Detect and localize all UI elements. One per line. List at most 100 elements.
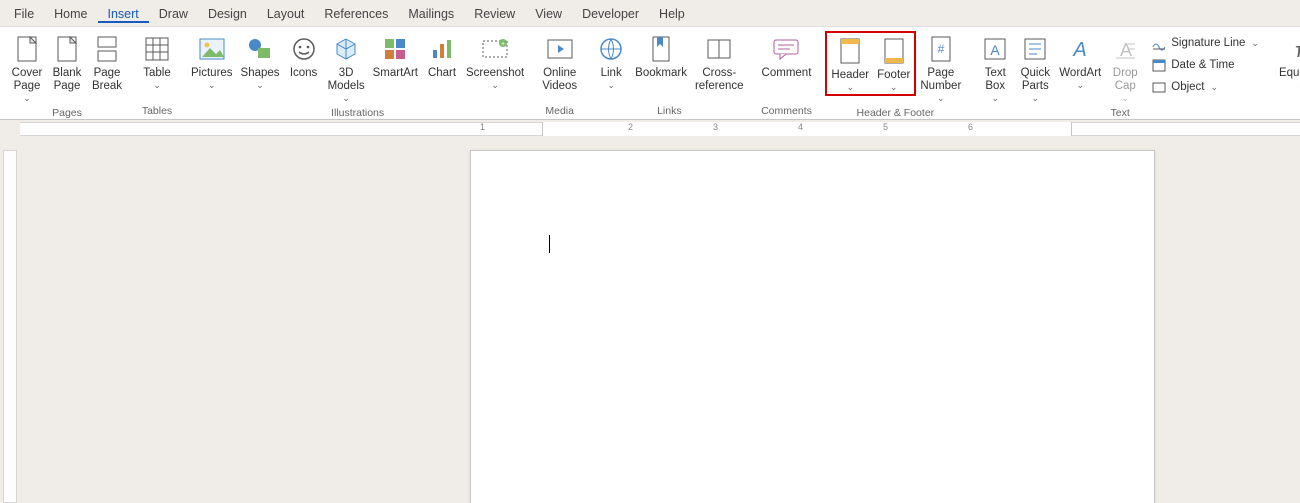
drop-cap-icon: A <box>1109 33 1141 65</box>
blank-page-button[interactable]: BlankPage <box>47 31 87 95</box>
object-button[interactable]: Object ⌄ <box>1147 76 1263 98</box>
cross-reference-label: Cross-reference <box>695 67 744 93</box>
group-comments: Comment Comments <box>755 29 819 119</box>
date-time-button[interactable]: Date & Time <box>1147 54 1263 76</box>
chevron-down-icon: ⌄ <box>23 94 31 103</box>
group-links-label: Links <box>591 103 747 119</box>
text-box-label: TextBox <box>985 67 1006 93</box>
horizontal-ruler[interactable]: 1 2 3 4 5 6 6 <box>20 120 1300 138</box>
page-break-icon <box>91 33 123 65</box>
3d-models-icon <box>330 33 362 65</box>
3d-models-button[interactable]: 3DModels ⌄ <box>324 31 369 105</box>
signature-line-label: Signature Line <box>1171 37 1245 49</box>
chevron-down-icon: ⌄ <box>846 83 854 92</box>
drop-cap-label: DropCap <box>1113 67 1138 93</box>
table-label: Table <box>143 67 171 80</box>
text-box-icon: A <box>979 33 1011 65</box>
link-label: Link <box>601 67 622 80</box>
screenshot-button[interactable]: + Screenshot ⌄ <box>462 31 528 92</box>
page-number-button[interactable]: # PageNumber ⌄ <box>916 31 965 105</box>
page-break-button[interactable]: PageBreak <box>87 31 127 95</box>
chevron-down-icon: ⌄ <box>1076 81 1084 90</box>
pictures-icon <box>196 33 228 65</box>
svg-text:A: A <box>1120 40 1132 60</box>
pictures-label: Pictures <box>191 67 233 80</box>
tab-mailings[interactable]: Mailings <box>398 3 464 23</box>
online-videos-icon <box>544 33 576 65</box>
tab-references[interactable]: References <box>314 3 398 23</box>
equation-label: Equation <box>1279 67 1300 80</box>
highlight-header-footer: Header ⌄ Footer ⌄ <box>825 31 916 96</box>
chart-icon <box>426 33 458 65</box>
group-header-footer-label: Header & Footer <box>825 105 965 121</box>
chart-button[interactable]: Chart <box>422 31 462 82</box>
page-number-label: PageNumber <box>920 67 961 93</box>
text-box-button[interactable]: A TextBox ⌄ <box>975 31 1015 105</box>
tab-view[interactable]: View <box>525 3 572 23</box>
svg-text:π: π <box>1295 40 1300 62</box>
group-text: A TextBox ⌄ QuickParts ⌄ A WordArt ⌄ <box>972 29 1268 119</box>
signature-line-button[interactable]: Signature Line ⌄ <box>1147 32 1263 54</box>
shapes-icon <box>244 33 276 65</box>
comment-button[interactable]: Comment <box>758 31 816 82</box>
ribbon-tabs: File Home Insert Draw Design Layout Refe… <box>0 0 1300 26</box>
group-media-label: Media <box>538 103 581 119</box>
chevron-down-icon: ⌄ <box>1251 38 1259 49</box>
equation-button[interactable]: π Equation ⌄ <box>1275 31 1300 92</box>
signature-line-icon <box>1151 35 1167 51</box>
chevron-down-icon: ⌄ <box>208 81 216 90</box>
bookmark-button[interactable]: Bookmark <box>631 31 691 82</box>
date-time-icon <box>1151 57 1167 73</box>
group-tables: Table ⌄ Tables <box>134 29 180 119</box>
object-icon <box>1151 79 1167 95</box>
quick-parts-button[interactable]: QuickParts ⌄ <box>1015 31 1055 105</box>
vertical-ruler[interactable] <box>0 120 20 503</box>
object-label: Object <box>1171 81 1204 93</box>
document-scroll[interactable] <box>20 138 1300 503</box>
ruler-number: 1 <box>480 122 485 132</box>
equation-icon: π <box>1286 33 1300 65</box>
pictures-button[interactable]: Pictures ⌄ <box>187 31 237 92</box>
group-illustrations: Pictures ⌄ Shapes ⌄ Icons 3DMod <box>184 29 531 119</box>
online-videos-button[interactable]: OnlineVideos <box>538 31 581 95</box>
tab-file[interactable]: File <box>4 3 44 23</box>
group-text-label: Text <box>975 105 1265 121</box>
group-pages: CoverPage ⌄ BlankPage PageBreak Pages <box>4 29 130 119</box>
group-tables-label: Tables <box>137 103 177 119</box>
chevron-down-icon: ⌄ <box>1032 94 1040 103</box>
tab-draw[interactable]: Draw <box>149 3 198 23</box>
chevron-down-icon: ⌄ <box>491 81 499 90</box>
table-button[interactable]: Table ⌄ <box>137 31 177 92</box>
footer-button[interactable]: Footer ⌄ <box>873 33 914 94</box>
tab-help[interactable]: Help <box>649 3 695 23</box>
shapes-button[interactable]: Shapes ⌄ <box>237 31 284 92</box>
quick-parts-icon <box>1019 33 1051 65</box>
screenshot-label: Screenshot <box>466 67 524 80</box>
cover-page-label: CoverPage <box>12 67 43 93</box>
tab-review[interactable]: Review <box>464 3 525 23</box>
tab-design[interactable]: Design <box>198 3 257 23</box>
tab-developer[interactable]: Developer <box>572 3 649 23</box>
group-pages-label: Pages <box>7 105 127 121</box>
tab-insert[interactable]: Insert <box>98 3 149 23</box>
document-page[interactable] <box>470 150 1155 503</box>
smartart-button[interactable]: SmartArt <box>369 31 422 82</box>
tab-layout[interactable]: Layout <box>257 3 315 23</box>
ruler-number: 6 <box>968 122 973 132</box>
chevron-down-icon: ⌄ <box>992 94 1000 103</box>
wordart-button[interactable]: A WordArt ⌄ <box>1055 31 1105 92</box>
link-button[interactable]: Link ⌄ <box>591 31 631 92</box>
blank-page-icon <box>51 33 83 65</box>
cover-page-button[interactable]: CoverPage ⌄ <box>7 31 47 105</box>
chevron-down-icon: ⌄ <box>1121 94 1129 103</box>
chevron-down-icon: ⌄ <box>342 94 350 103</box>
svg-text:A: A <box>991 42 1001 58</box>
svg-text:+: + <box>501 41 505 48</box>
tab-home[interactable]: Home <box>44 3 97 23</box>
ribbon: CoverPage ⌄ BlankPage PageBreak Pages <box>0 26 1300 120</box>
icons-button[interactable]: Icons <box>284 31 324 82</box>
drop-cap-button[interactable]: A DropCap ⌄ <box>1105 31 1145 105</box>
online-videos-label: OnlineVideos <box>542 67 577 93</box>
header-button[interactable]: Header ⌄ <box>827 33 873 94</box>
cross-reference-button[interactable]: Cross-reference <box>691 31 748 95</box>
